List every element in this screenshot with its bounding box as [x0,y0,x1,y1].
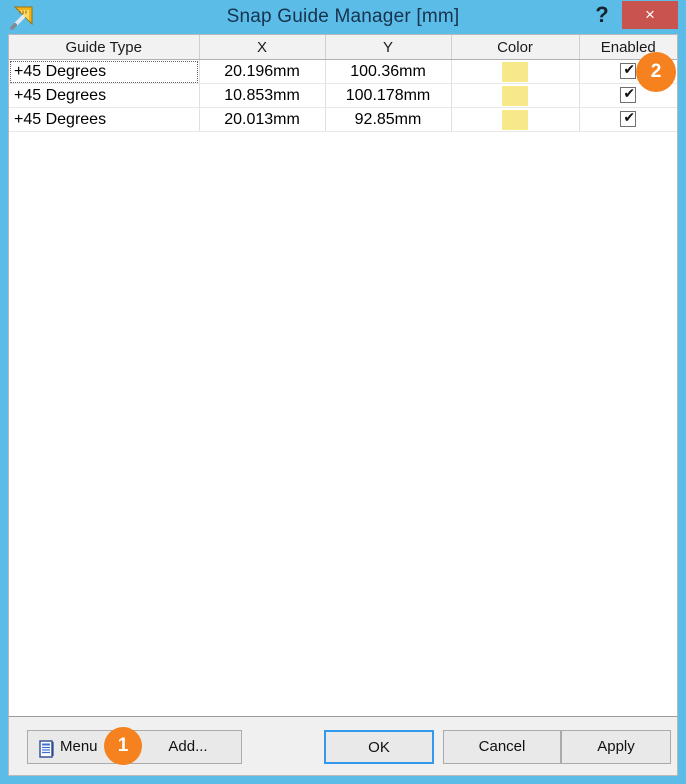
cell-guide-type[interactable]: +45 Degrees [9,107,200,132]
cancel-button[interactable]: Cancel [443,730,561,764]
cell-y[interactable]: 100.178mm [325,83,452,108]
ok-button[interactable]: OK [324,730,434,764]
check-icon: ✔ [623,86,636,103]
check-icon: ✔ [623,62,636,79]
enabled-checkbox[interactable]: ✔ [620,62,637,80]
snap-guide-table: Guide Type X Y Color Enabled +45 Degrees… [9,35,677,132]
table-header-row: Guide Type X Y Color Enabled [9,35,677,60]
help-icon[interactable]: ? [586,0,618,30]
close-button[interactable]: × [622,1,678,29]
table-row[interactable]: +45 Degrees 20.013mm 92.85mm ✔ [9,107,677,132]
cell-color[interactable] [451,59,580,84]
close-icon: × [645,5,655,24]
column-header-color[interactable]: Color [451,35,580,60]
cell-x[interactable]: 20.013mm [199,107,326,132]
cell-y[interactable]: 100.36mm [325,59,452,84]
cell-y[interactable]: 92.85mm [325,107,452,132]
enabled-checkbox[interactable]: ✔ [620,110,637,128]
list-document-icon [38,738,56,758]
cell-guide-type[interactable]: +45 Degrees [9,83,200,108]
column-header-x[interactable]: X [199,35,326,60]
cell-x[interactable]: 20.196mm [199,59,326,84]
apply-button[interactable]: Apply [561,730,671,764]
cell-enabled[interactable]: ✔ [579,107,677,132]
snap-guide-manager-dialog: Snap Guide Manager [mm] ? × Guide Type X… [0,0,686,784]
color-swatch[interactable] [502,61,528,82]
cell-color[interactable] [451,83,580,108]
table-row[interactable]: +45 Degrees 20.196mm 100.36mm ✔ [9,59,677,84]
dialog-client-area: Guide Type X Y Color Enabled +45 Degrees… [8,34,678,776]
title-bar: Snap Guide Manager [mm] ? × [0,0,686,34]
column-header-guide-type[interactable]: Guide Type [9,35,200,60]
menu-button-label: Menu [60,738,98,755]
color-swatch[interactable] [502,109,528,130]
annotation-badge-2: 2 [636,52,676,92]
cell-color[interactable] [451,107,580,132]
check-icon: ✔ [623,110,636,127]
annotation-badge-1: 1 [104,727,142,765]
color-swatch[interactable] [502,85,528,106]
add-button[interactable]: Add... [135,731,241,763]
table-row[interactable]: +45 Degrees 10.853mm 100.178mm ✔ [9,83,677,108]
enabled-checkbox[interactable]: ✔ [620,86,637,104]
cell-guide-type[interactable]: +45 Degrees [9,59,200,84]
cell-x[interactable]: 10.853mm [199,83,326,108]
window-title: Snap Guide Manager [mm] [226,6,460,27]
column-header-y[interactable]: Y [325,35,452,60]
